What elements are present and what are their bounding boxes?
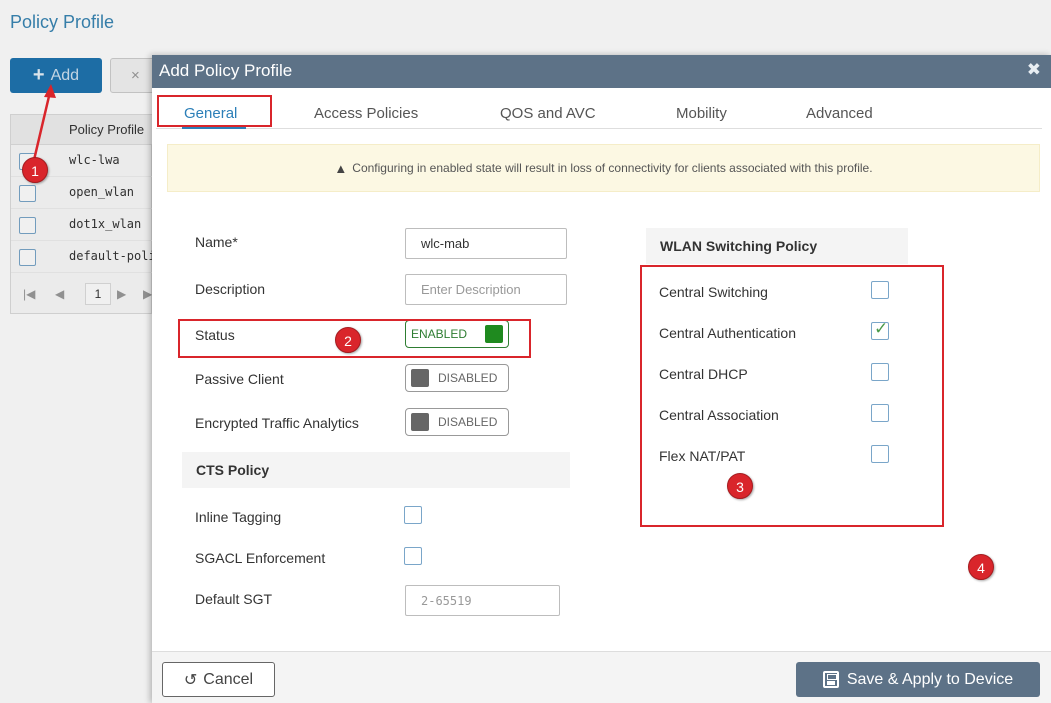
annotation-badge-3: 3 bbox=[727, 473, 753, 499]
annotation-arrow bbox=[32, 84, 56, 161]
annotation-badge-4: 4 bbox=[968, 554, 994, 580]
annotation-badge-1: 1 bbox=[22, 157, 48, 183]
annotation-badge-2: 2 bbox=[335, 327, 361, 353]
